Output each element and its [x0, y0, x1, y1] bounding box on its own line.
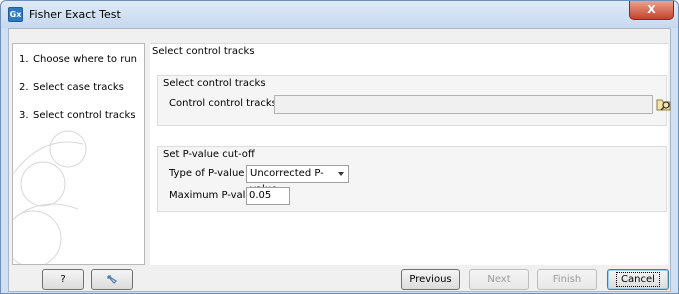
wizard-main-panel: Select control tracks Select control tra… [150, 43, 671, 265]
close-button[interactable]: X [629, 1, 674, 20]
step-label: Choose where to run [33, 54, 137, 65]
title-bar[interactable]: Gx Fisher Exact Test X [1, 1, 678, 28]
cancel-label: Cancel [616, 272, 660, 287]
watermark-logo [13, 130, 87, 264]
step-select-case-tracks: 2. Select case tracks [19, 82, 124, 93]
group-title: Set P-value cut-off [163, 149, 255, 160]
control-tracks-field[interactable] [274, 95, 653, 114]
step-choose-where-to-run: 1. Choose where to run [19, 54, 137, 65]
dialog-client-area: 1. Choose where to run 2. Select case trac… [8, 28, 671, 292]
browse-folder-icon[interactable] [656, 96, 672, 112]
max-pvalue-label: Maximum P-value [169, 190, 258, 201]
app-icon: Gx [8, 7, 23, 22]
dropdown-arrow-icon [338, 172, 344, 176]
cancel-button[interactable]: Cancel [607, 269, 669, 290]
help-button[interactable]: ? [42, 269, 84, 290]
pvalue-type-label: Type of P-value [169, 168, 245, 179]
group-title: Select control tracks [163, 78, 266, 89]
wizard-steps-panel: 1. Choose where to run 2. Select case trac… [12, 43, 145, 265]
control-tracks-label: Control control tracks [169, 98, 277, 109]
next-button[interactable]: Next [469, 269, 529, 290]
reset-button[interactable] [91, 269, 133, 290]
control-tracks-group: Select control tracks Control control tr… [157, 75, 671, 126]
step-number: 2. [19, 82, 29, 93]
previous-button[interactable]: Previous [401, 269, 460, 290]
reset-icon [107, 275, 117, 284]
pvalue-type-select[interactable]: Uncorrected P-value [246, 165, 349, 195]
step-number: 1. [19, 54, 29, 65]
close-icon: X [647, 3, 656, 16]
dialog-window: Gx Fisher Exact Test X 1. Choose where to… [0, 0, 679, 294]
page-title: Select control tracks [152, 46, 255, 57]
max-pvalue-input[interactable]: 0.05 [246, 187, 290, 205]
finish-button[interactable]: Finish [537, 269, 597, 290]
window-title: Fisher Exact Test [29, 8, 121, 21]
pvalue-cutoff-group: Set P-value cut-off Type of P-value Unco… [157, 146, 667, 212]
step-label: Select case tracks [33, 82, 124, 93]
